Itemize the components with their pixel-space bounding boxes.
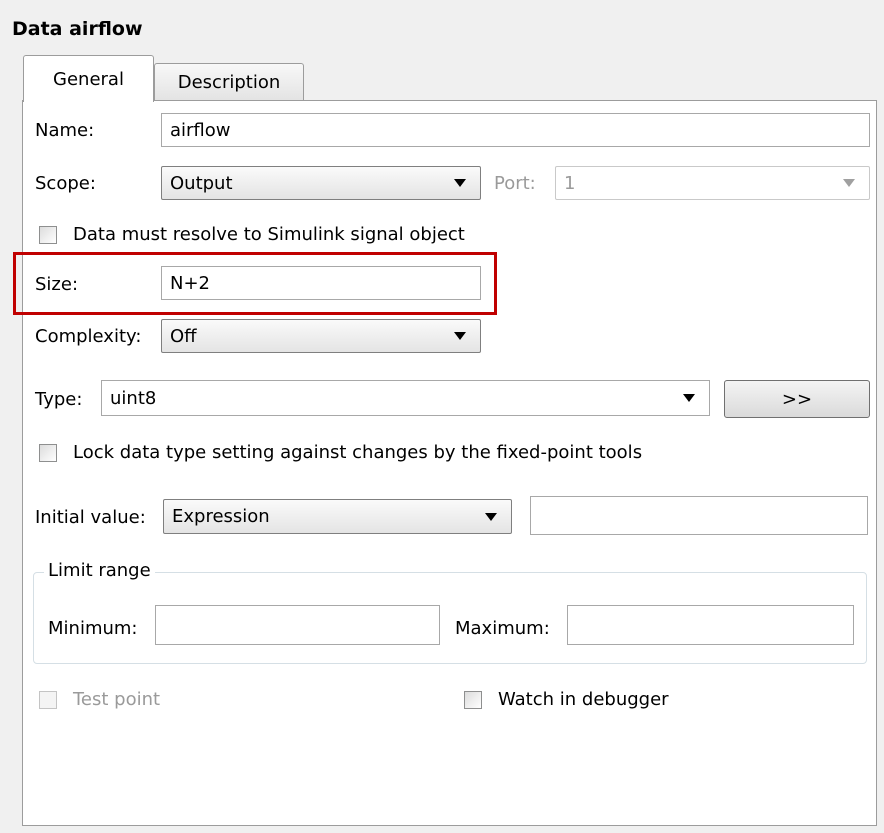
chevron-down-icon	[843, 179, 855, 187]
minimum-input[interactable]	[155, 605, 440, 645]
resolve-signal-checkbox-row[interactable]: Data must resolve to Simulink signal obj…	[39, 224, 465, 245]
maximum-input[interactable]	[567, 605, 854, 645]
tab-description[interactable]: Description	[154, 63, 304, 101]
initial-value-label: Initial value:	[35, 507, 146, 528]
dialog-title: Data airflow	[12, 18, 143, 40]
complexity-dropdown-value: Off	[170, 325, 197, 347]
name-label: Name:	[35, 120, 95, 141]
test-point-checkbox-row[interactable]: Test point	[39, 689, 160, 710]
chevron-down-icon	[454, 179, 466, 187]
scope-dropdown-value: Output	[170, 172, 233, 194]
complexity-dropdown[interactable]: Off	[161, 319, 481, 353]
scope-dropdown[interactable]: Output	[161, 166, 481, 200]
test-point-checkbox[interactable]	[39, 690, 57, 709]
watch-debugger-label: Watch in debugger	[498, 689, 669, 710]
port-label: Port:	[494, 173, 536, 194]
initial-value-mode-dropdown[interactable]: Expression	[163, 499, 512, 534]
lock-type-checkbox-row[interactable]: Lock data type setting against changes b…	[39, 442, 642, 463]
lock-type-checkbox[interactable]	[39, 443, 57, 462]
size-highlight-box	[13, 252, 497, 315]
resolve-signal-checkbox[interactable]	[39, 225, 57, 244]
watch-debugger-checkbox[interactable]	[464, 690, 482, 709]
limit-range-legend: Limit range	[44, 560, 155, 581]
chevron-down-icon	[454, 332, 466, 340]
initial-value-input[interactable]	[530, 496, 868, 535]
chevron-down-icon	[485, 512, 497, 521]
lock-type-label: Lock data type setting against changes b…	[73, 442, 643, 463]
port-dropdown-value: 1	[564, 172, 576, 194]
name-input[interactable]: airflow	[161, 113, 870, 147]
type-label: Type:	[35, 389, 83, 410]
initial-value-mode-value: Expression	[172, 506, 270, 527]
test-point-label: Test point	[73, 689, 161, 710]
data-type-assistant-button[interactable]: >>	[724, 380, 870, 418]
minimum-label: Minimum:	[48, 618, 138, 639]
scope-label: Scope:	[35, 173, 96, 194]
general-panel	[22, 100, 877, 826]
name-input-value: airflow	[170, 119, 231, 141]
complexity-label: Complexity:	[35, 326, 142, 347]
maximum-label: Maximum:	[455, 618, 550, 639]
tab-general[interactable]: General	[23, 55, 154, 102]
watch-debugger-checkbox-row[interactable]: Watch in debugger	[464, 689, 669, 710]
port-dropdown[interactable]: 1	[555, 166, 870, 200]
type-combobox-value: uint8	[110, 387, 157, 409]
type-combobox[interactable]: uint8	[101, 380, 710, 416]
resolve-signal-label: Data must resolve to Simulink signal obj…	[73, 224, 465, 245]
chevron-down-icon	[683, 394, 695, 402]
